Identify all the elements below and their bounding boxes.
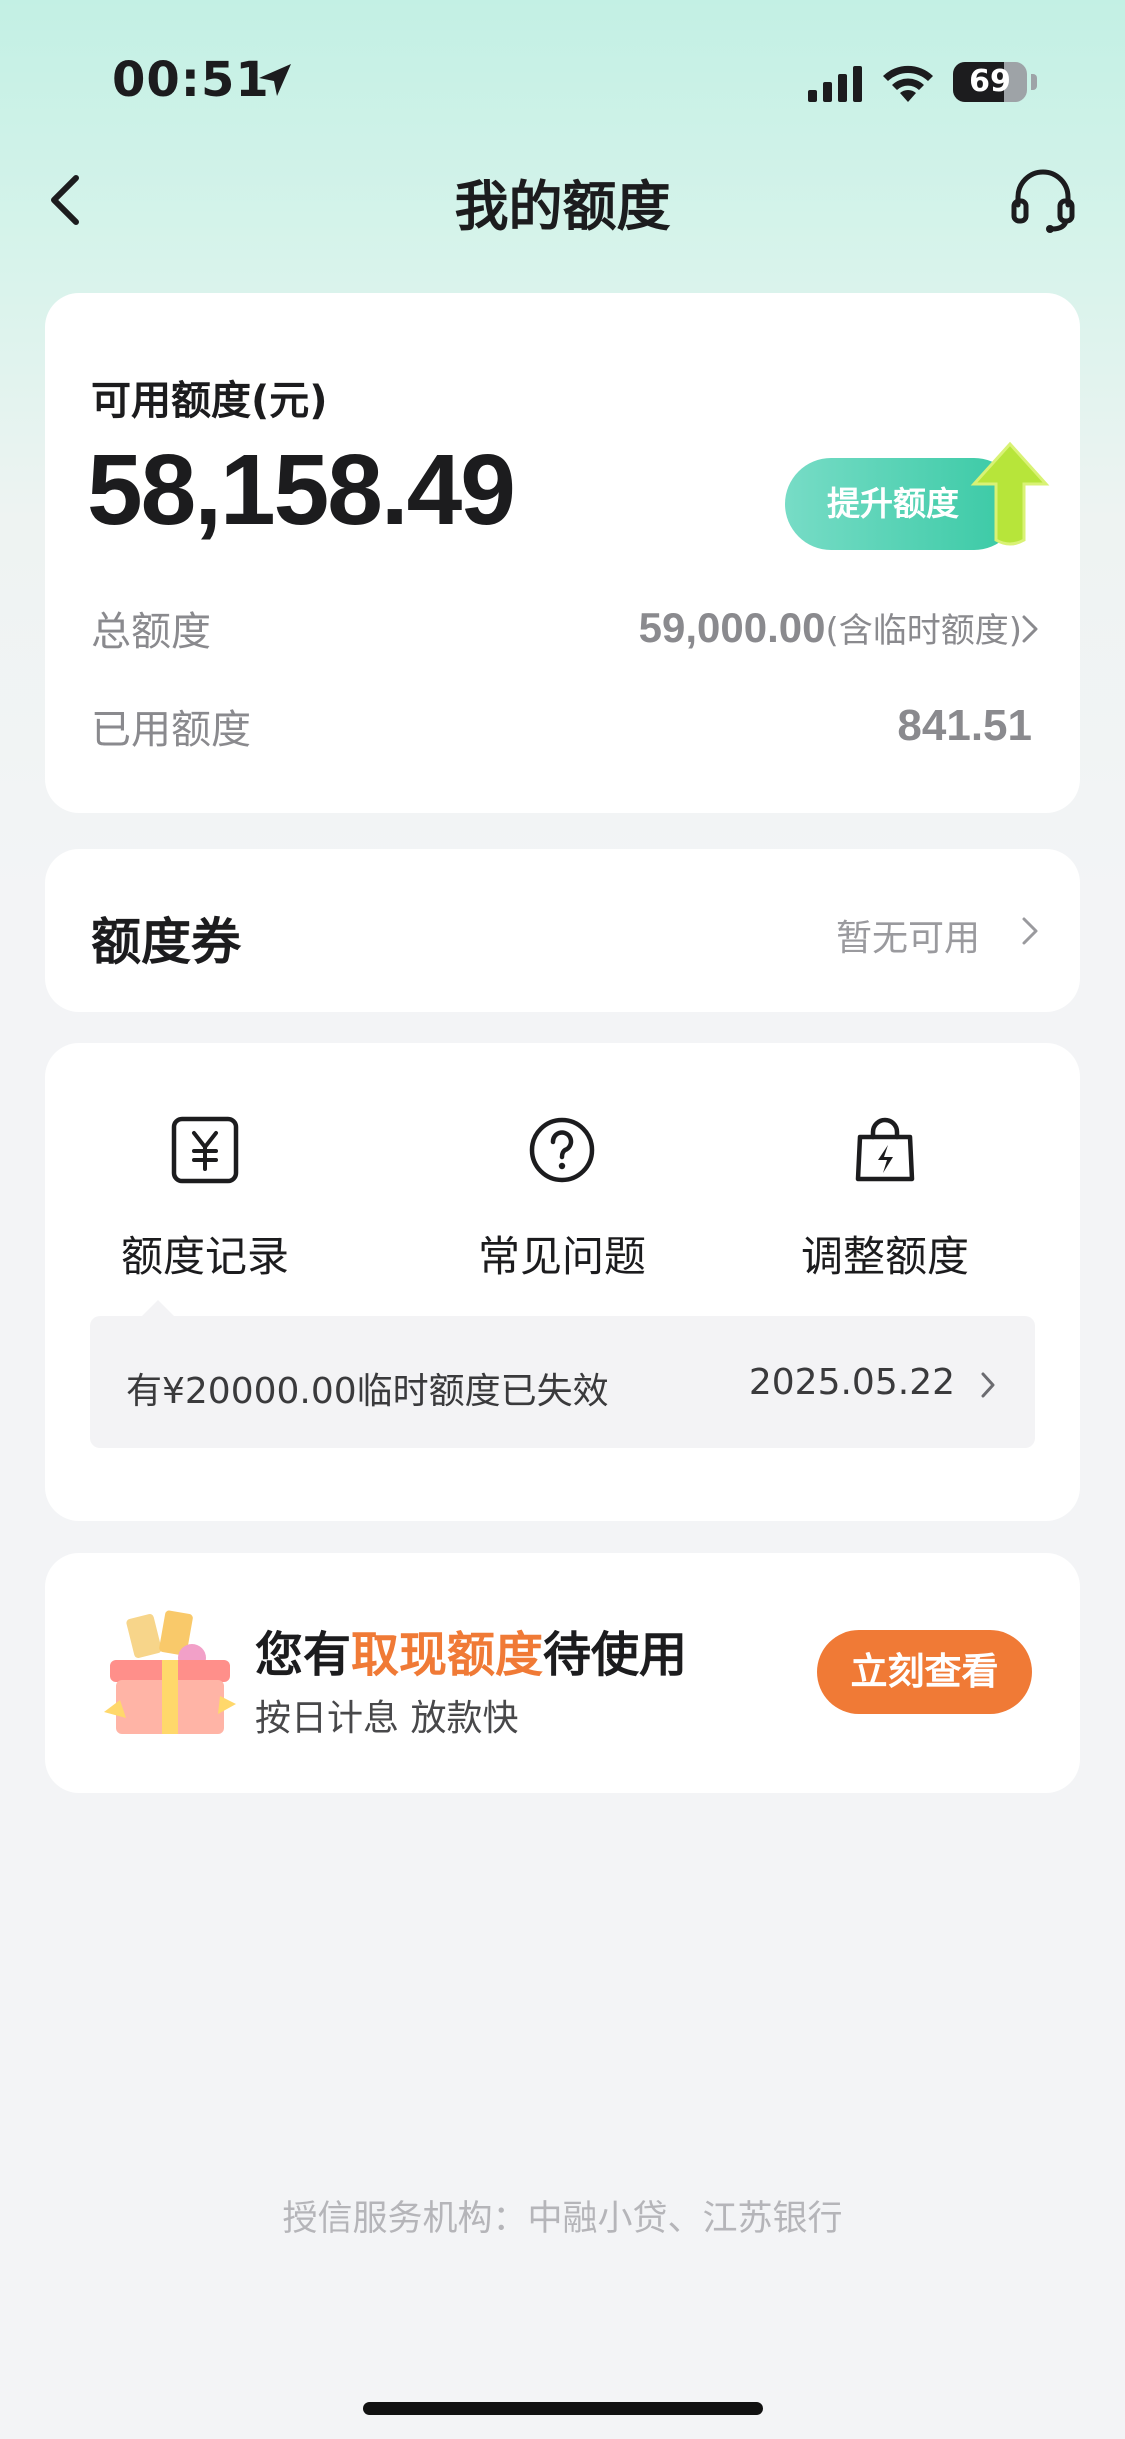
credit-institutions-footer: 授信服务机构：中融小贷、江苏银行	[282, 2199, 843, 2239]
promo-title-prefix: 您有	[255, 1627, 352, 1683]
quota-record-button[interactable]: 额度记录	[45, 1043, 365, 1303]
battery-nub	[1031, 74, 1037, 90]
notice-date: 2025.05.22	[748, 1362, 955, 1403]
used-quota-value: 841.51	[897, 701, 1032, 750]
gift-box-icon	[104, 1610, 236, 1734]
home-indicator[interactable]	[363, 2402, 763, 2415]
quota-record-label: 额度记录	[120, 1232, 289, 1281]
quota-coupon-status: 暂无可用	[835, 918, 980, 959]
used-quota-label: 已用额度	[91, 707, 251, 753]
battery-icon: 69	[953, 62, 1027, 102]
page-title: 我的额度	[454, 175, 671, 238]
quota-coupon-card[interactable]: 额度券 暂无可用	[45, 849, 1080, 1012]
battery-percent: 69	[969, 64, 1011, 99]
tools-card: 额度记录 常见问题 调整额度 有¥20000.00临时额度已失效 2025.05…	[45, 1043, 1080, 1521]
promo-title-highlight: 取现额度	[351, 1627, 544, 1683]
total-quota-label: 总额度	[91, 609, 211, 655]
status-time: 00:51	[112, 52, 270, 108]
quota-card: 可用额度(元) 58,158.49 提升额度 总额度 59,000.00(含临时…	[45, 293, 1080, 813]
location-arrow-icon	[259, 64, 291, 96]
faq-button[interactable]: 常见问题	[402, 1043, 722, 1303]
cash-promo-card: 您有取现额度待使用 按日计息 放款快 立刻查看	[45, 1553, 1080, 1793]
quota-coupon-label: 额度券	[91, 913, 241, 971]
chevron-right-icon	[1022, 917, 1038, 945]
notice-text: 有¥20000.00临时额度已失效	[126, 1371, 609, 1412]
adjust-quota-button[interactable]: 调整额度	[725, 1043, 1045, 1303]
adjust-quota-label: 调整额度	[800, 1232, 969, 1281]
cellular-signal-icon	[808, 66, 862, 102]
promo-title: 您有取现额度待使用	[255, 1615, 687, 1685]
chevron-right-icon	[981, 1372, 995, 1398]
bag-lightning-icon	[855, 1117, 915, 1182]
total-quota-note: (含临时额度)	[825, 611, 1022, 651]
available-quota-label: 可用额度(元)	[91, 378, 328, 424]
wifi-icon	[883, 65, 933, 102]
up-arrow-icon	[970, 441, 1050, 546]
promo-subtitle: 按日计息 放款快	[255, 1698, 519, 1739]
total-quota-value: 59,000.00	[638, 604, 826, 651]
question-icon	[529, 1117, 595, 1183]
status-bar: 00:51 69	[0, 0, 1125, 160]
headset-icon[interactable]	[1008, 165, 1078, 235]
chevron-right-icon[interactable]	[1018, 611, 1042, 647]
temp-quota-notice[interactable]: 有¥20000.00临时额度已失效 2025.05.22	[90, 1316, 1035, 1448]
available-quota-amount: 58,158.49	[87, 434, 516, 546]
view-now-button[interactable]: 立刻查看	[817, 1630, 1032, 1714]
yuan-record-icon	[171, 1116, 239, 1184]
faq-label: 常见问题	[477, 1232, 646, 1281]
promo-title-suffix: 待使用	[543, 1627, 688, 1683]
total-quota-row[interactable]: 59,000.00(含临时额度)	[639, 603, 1022, 652]
